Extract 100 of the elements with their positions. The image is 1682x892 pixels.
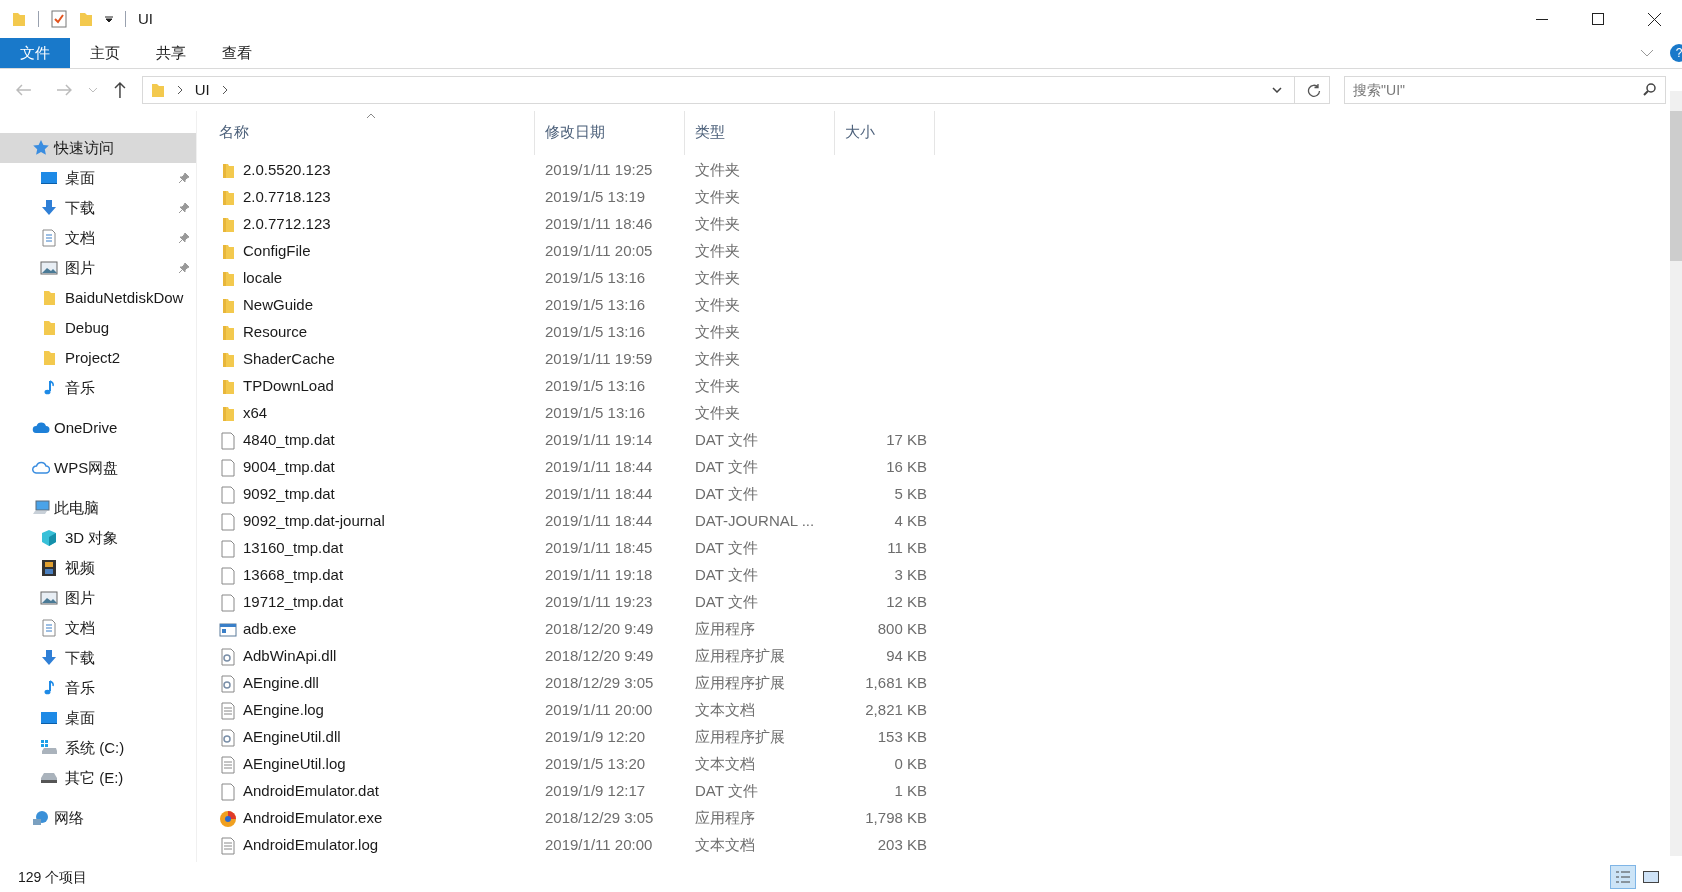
ribbon-tab[interactable]: 文件 [0, 38, 70, 68]
file-name[interactable]: AndroidEmulator.dat [243, 780, 379, 803]
sidebar-item[interactable]: 音乐 [0, 373, 196, 403]
up-icon[interactable] [113, 82, 126, 98]
refresh-icon[interactable] [1307, 83, 1322, 97]
text-file-icon [219, 755, 237, 774]
file-name[interactable]: AEngine.log [243, 699, 324, 722]
pin-icon[interactable] [178, 232, 190, 244]
sidebar-item[interactable]: BaiduNetdiskDow [0, 283, 196, 313]
search-field[interactable]: 搜索"UI" [1344, 76, 1666, 104]
file-name[interactable]: 9092_tmp.dat-journal [243, 510, 385, 533]
forward-icon[interactable] [55, 84, 72, 96]
back-icon[interactable] [16, 84, 32, 96]
folder-icon[interactable] [12, 11, 26, 27]
text-file-icon [219, 701, 237, 720]
sidebar-item[interactable]: 其它 (E:) [0, 763, 196, 793]
scrollbar-thumb[interactable] [1670, 111, 1682, 261]
document-icon [40, 229, 58, 247]
sidebar-item[interactable]: 快速访问 [0, 133, 196, 163]
expand-ribbon-icon[interactable] [1640, 49, 1654, 57]
file-name[interactable]: Resource [243, 321, 308, 344]
column-header[interactable]: 类型 [685, 111, 835, 155]
sidebar-item[interactable]: 图片 [0, 253, 196, 283]
maximize-icon [1592, 13, 1604, 25]
table-cell: 文件夹 [695, 404, 740, 422]
sidebar-item[interactable]: Project2 [0, 343, 196, 373]
file-name[interactable]: 19712_tmp.dat [243, 591, 344, 614]
sidebar-item[interactable]: 网络 [0, 803, 196, 833]
sidebar-item[interactable]: 桌面 [0, 163, 196, 193]
help-icon[interactable]: ? [1670, 44, 1682, 62]
chevron-icon[interactable] [176, 85, 183, 95]
file-name[interactable]: NewGuide [243, 294, 314, 317]
properties-icon[interactable] [51, 10, 67, 28]
sidebar-item[interactable]: 此电脑 [0, 493, 196, 523]
table-cell: 应用程序 [695, 809, 755, 827]
table-cell: 2019/1/5 13:20 [545, 755, 646, 773]
ribbon-tab[interactable]: 主页 [74, 38, 136, 68]
file-name[interactable]: AdbWinApi.dll [243, 645, 337, 668]
sidebar-item[interactable]: 文档 [0, 223, 196, 253]
file-icon [219, 539, 237, 558]
sidebar-item[interactable]: 音乐 [0, 673, 196, 703]
column-header[interactable]: 大小 [835, 111, 935, 155]
file-name[interactable]: 2.0.5520.123 [243, 159, 331, 182]
network-icon [32, 809, 50, 827]
down-arrow-icon [40, 649, 58, 667]
sidebar-item[interactable]: 桌面 [0, 703, 196, 733]
breadcrumb[interactable]: UI [194, 78, 210, 102]
ribbon-tab[interactable]: 共享 [140, 38, 202, 68]
ribbon-tab[interactable]: 查看 [206, 38, 268, 68]
sidebar-item[interactable]: 系统 (C:) [0, 733, 196, 763]
sidebar-item[interactable]: 图片 [0, 583, 196, 613]
file-name[interactable]: 9092_tmp.dat [243, 483, 335, 506]
sidebar-item[interactable]: 下载 [0, 643, 196, 673]
file-name[interactable]: AndroidEmulator.exe [243, 807, 383, 830]
file-name[interactable]: 13160_tmp.dat [243, 537, 344, 560]
file-name[interactable]: AEngineUtil.dll [243, 726, 341, 749]
file-name[interactable]: 9004_tmp.dat [243, 456, 335, 479]
search-icon [1643, 83, 1656, 96]
file-name[interactable]: 4840_tmp.dat [243, 429, 335, 452]
address-bar[interactable]: UI [141, 76, 1331, 104]
recent-locations-icon[interactable] [87, 87, 98, 93]
sidebar-item[interactable]: WPS网盘 [0, 453, 196, 483]
file-name[interactable]: adb.exe [243, 618, 297, 641]
sidebar-item[interactable]: 下载 [0, 193, 196, 223]
file-name[interactable]: AndroidEmulator.log [243, 834, 379, 857]
file-name[interactable]: AEngine.dll [243, 672, 319, 695]
file-name[interactable]: AEngineUtil.log [243, 753, 346, 776]
file-name[interactable]: x64 [243, 402, 268, 425]
column-header[interactable]: 修改日期 [535, 111, 685, 155]
table-cell: DAT 文件 [695, 593, 758, 611]
file-name[interactable]: 13668_tmp.dat [243, 564, 344, 587]
pin-icon[interactable] [178, 202, 190, 214]
sidebar-item[interactable]: OneDrive [0, 413, 196, 443]
table-cell: 2019/1/11 18:44 [545, 458, 653, 476]
sidebar-item[interactable]: Debug [0, 313, 196, 343]
chevron-icon[interactable] [221, 85, 228, 95]
table-cell: 800 KB [877, 620, 927, 638]
file-name[interactable]: ConfigFile [243, 240, 311, 263]
pin-icon[interactable] [178, 262, 190, 274]
file-name[interactable]: 2.0.7712.123 [243, 213, 331, 236]
table-cell: 文件夹 [695, 215, 740, 233]
file-name[interactable]: ShaderCache [243, 348, 335, 371]
scrollbar[interactable] [1670, 91, 1682, 856]
new-folder-icon[interactable] [79, 11, 93, 27]
sidebar-item[interactable]: 视频 [0, 553, 196, 583]
table-cell: 2019/1/11 20:05 [545, 242, 653, 260]
file-name[interactable]: locale [243, 267, 283, 290]
file-name[interactable]: 2.0.7718.123 [243, 186, 331, 209]
file-icon [219, 458, 237, 477]
sidebar-item[interactable]: 3D 对象 [0, 523, 196, 553]
table-cell: 应用程序扩展 [695, 674, 785, 692]
table-cell: 2019/1/11 19:25 [545, 161, 653, 179]
table-cell: 5 KB [894, 485, 927, 503]
sidebar-item[interactable]: 文档 [0, 613, 196, 643]
file-name[interactable]: TPDownLoad [243, 375, 334, 398]
dropdown-icon[interactable] [1272, 87, 1283, 93]
dropdown-icon[interactable] [105, 15, 113, 23]
pin-icon[interactable] [178, 172, 190, 184]
table-cell: 2019/1/5 13:16 [545, 377, 646, 395]
column-header[interactable]: 名称 [209, 111, 535, 155]
